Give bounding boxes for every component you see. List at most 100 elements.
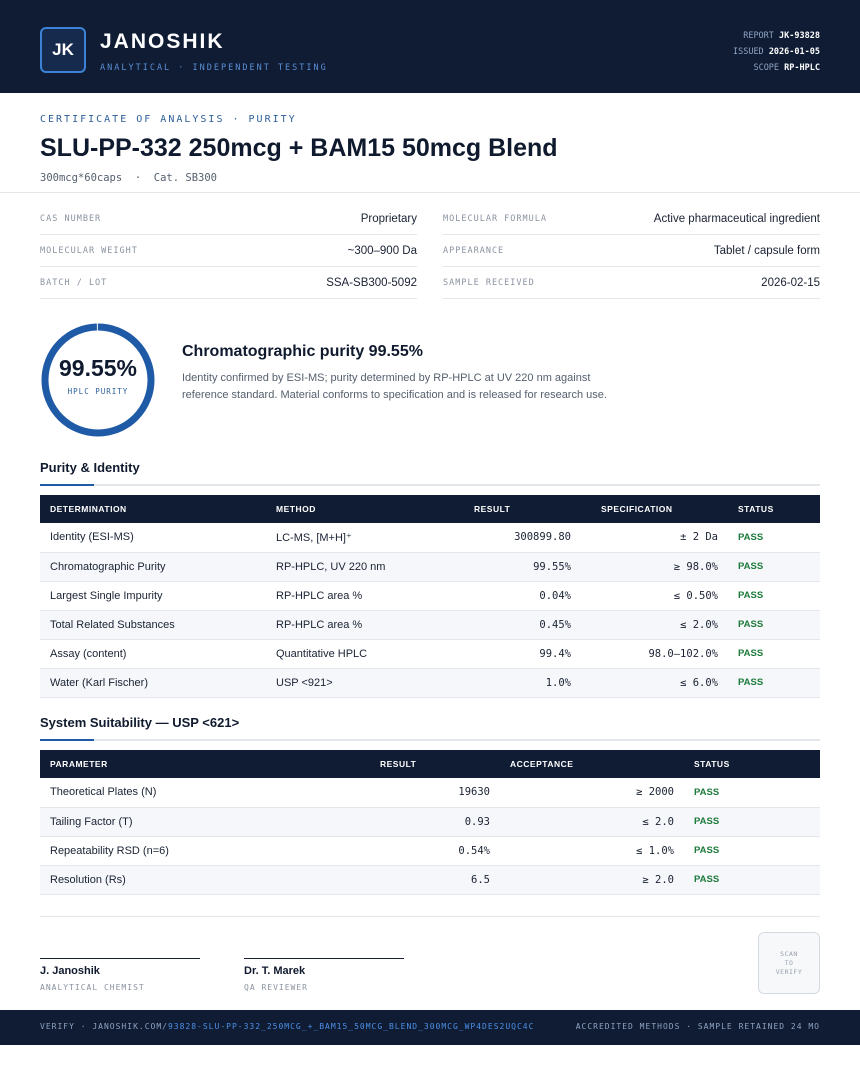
purity-description: Identity confirmed by ESI-MS; purity det… xyxy=(182,372,607,401)
table-row: Water (Karl Fischer) USP <921> 1.0% ≤ 6.… xyxy=(40,668,820,698)
status-badge: PASS xyxy=(728,523,820,553)
qr-text: TO xyxy=(784,958,794,967)
cell-result: 0.04% xyxy=(434,581,581,611)
table-row: Assay (content) Quantitative HPLC 99.4% … xyxy=(40,639,820,669)
cell-acceptance: ≤ 1.0% xyxy=(500,836,684,866)
cell-method: LC-MS, [M+H]⁺ xyxy=(266,523,434,553)
status-badge: PASS xyxy=(684,807,820,837)
table-row: Total Related Substances RP-HPLC area % … xyxy=(40,610,820,640)
purity-value: 99.55% xyxy=(58,355,137,381)
table-row: Tailing Factor (T) 0.93 ≤ 2.0 PASS xyxy=(40,807,820,837)
signatory-name: Dr. T. Marek xyxy=(244,965,306,977)
cell-specification: ≥ 98.0% xyxy=(581,552,728,582)
info-molecular-weight: MOLECULAR WEIGHT ~300–900 Da xyxy=(40,235,417,267)
cell-result: 19630 xyxy=(350,778,500,808)
section-rule xyxy=(40,484,820,486)
cell-method: USP <921> xyxy=(266,668,434,698)
divider xyxy=(0,192,860,193)
verify-qr-placeholder[interactable]: SCAN TO VERIFY xyxy=(758,932,820,994)
signature-line xyxy=(40,958,200,959)
signatory-role: ANALYTICAL CHEMIST xyxy=(40,983,145,992)
table-header-row: DETERMINATION METHOD RESULT SPECIFICATIO… xyxy=(40,495,820,523)
cell-result: 99.55% xyxy=(434,552,581,582)
brand-name: JANOSHIK xyxy=(100,30,225,53)
status-badge: PASS xyxy=(728,668,820,698)
cell-result: 99.4% xyxy=(434,639,581,669)
cell-result: 0.45% xyxy=(434,610,581,640)
brand-logo: JK xyxy=(40,27,86,73)
verify-link-text: VERIFY · JANOSHIK.COM/93828-SLU-PP-332_2… xyxy=(40,1022,535,1031)
report-header: JK JANOSHIK ANALYTICAL · INDEPENDENT TES… xyxy=(0,0,860,93)
table-row: Identity (ESI-MS) LC-MS, [M+H]⁺ 300899.8… xyxy=(40,523,820,553)
purity-label: HPLC PURITY xyxy=(67,387,129,396)
cell-specification: ≤ 6.0% xyxy=(581,668,728,698)
signatory-role: QA REVIEWER xyxy=(244,983,308,992)
cell-method: RP-HPLC area % xyxy=(266,610,434,640)
status-badge: PASS xyxy=(684,778,820,808)
cell-result: 0.54% xyxy=(350,836,500,866)
signature-line xyxy=(244,958,404,959)
qr-text: VERIFY xyxy=(775,967,803,976)
column-header: STATUS xyxy=(738,504,774,514)
cell-result: 1.0% xyxy=(434,668,581,698)
column-header: ACCEPTANCE xyxy=(510,759,574,769)
column-header: PARAMETER xyxy=(50,759,108,769)
cell-determination: Largest Single Impurity xyxy=(40,581,266,611)
cell-determination: Water (Karl Fischer) xyxy=(40,668,266,698)
cell-determination: Total Related Substances xyxy=(40,610,266,640)
verify-link[interactable]: 93828-SLU-PP-332_250MCG_+_BAM15_50MCG_BL… xyxy=(168,1022,534,1031)
info-molecular-formula: MOLECULAR FORMULA Active pharmaceutical … xyxy=(443,203,820,235)
table-header-row: PARAMETER RESULT ACCEPTANCE STATUS xyxy=(40,750,820,778)
product-title: SLU-PP-332 250mcg + BAM15 50mcg Blend xyxy=(40,134,558,162)
cell-parameter: Tailing Factor (T) xyxy=(40,807,350,837)
purity-identity-table: DETERMINATION METHOD RESULT SPECIFICATIO… xyxy=(40,495,820,698)
info-batch-lot: BATCH / LOT SSA-SB300-5092 xyxy=(40,267,417,299)
status-badge: PASS xyxy=(728,639,820,669)
table-row: Resolution (Rs) 6.5 ≥ 2.0 PASS xyxy=(40,865,820,895)
column-header: METHOD xyxy=(276,504,316,514)
cell-method: RP-HPLC, UV 220 nm xyxy=(266,552,434,582)
info-appearance: APPEARANCE Tablet / capsule form xyxy=(443,235,820,267)
scope-row: SCOPE RP-HPLC xyxy=(753,63,820,73)
section-rule xyxy=(40,739,820,741)
section-title-system-suitability: System Suitability — USP <621> xyxy=(40,715,240,730)
cell-specification: ≤ 2.0% xyxy=(581,610,728,640)
status-badge: PASS xyxy=(728,552,820,582)
signatory-name: J. Janoshik xyxy=(40,965,100,977)
report-footer: VERIFY · JANOSHIK.COM/93828-SLU-PP-332_2… xyxy=(0,1010,860,1045)
product-subtitle: 300mcg*60caps · Cat. SB300 xyxy=(40,172,218,184)
column-header: STATUS xyxy=(694,759,730,769)
qr-text: SCAN xyxy=(780,949,798,958)
column-header: DETERMINATION xyxy=(50,504,127,514)
section-title-purity-identity: Purity & Identity xyxy=(40,460,140,475)
document-eyebrow: CERTIFICATE OF ANALYSIS · PURITY xyxy=(40,114,297,125)
cell-method: Quantitative HPLC xyxy=(266,639,434,669)
purity-heading: Chromatographic purity 99.55% xyxy=(182,343,423,360)
table-row: Repeatability RSD (n=6) 0.54% ≤ 1.0% PAS… xyxy=(40,836,820,866)
section-rule-accent xyxy=(40,739,94,741)
cell-acceptance: ≤ 2.0 xyxy=(500,807,684,837)
issued-date-row: ISSUED 2026-01-05 xyxy=(732,47,820,57)
cell-determination: Identity (ESI-MS) xyxy=(40,523,266,553)
status-badge: PASS xyxy=(684,836,820,866)
cell-acceptance: ≥ 2.0 xyxy=(500,865,684,895)
cell-determination: Assay (content) xyxy=(40,639,266,669)
table-row: Chromatographic Purity RP-HPLC, UV 220 n… xyxy=(40,552,820,582)
status-badge: PASS xyxy=(728,610,820,640)
cell-specification: ≤ 0.50% xyxy=(581,581,728,611)
info-cas-number: CAS NUMBER Proprietary xyxy=(40,203,417,235)
section-rule-accent xyxy=(40,484,94,486)
cell-method: RP-HPLC area % xyxy=(266,581,434,611)
status-badge: PASS xyxy=(728,581,820,611)
cell-specification: 98.0–102.0% xyxy=(581,639,728,669)
cell-parameter: Theoretical Plates (N) xyxy=(40,778,350,808)
table-row: Largest Single Impurity RP-HPLC area % 0… xyxy=(40,581,820,611)
column-header: SPECIFICATION xyxy=(601,504,673,514)
cell-specification: ± 2 Da xyxy=(581,523,728,553)
report-meta: REPORT JK-93828 ISSUED 2026-01-05 SCOPE … xyxy=(733,28,820,76)
column-header: RESULT xyxy=(474,504,511,514)
table-row: Theoretical Plates (N) 19630 ≥ 2000 PASS xyxy=(40,778,820,808)
cell-acceptance: ≥ 2000 xyxy=(500,778,684,808)
cell-result: 6.5 xyxy=(350,865,500,895)
cell-determination: Chromatographic Purity xyxy=(40,552,266,582)
